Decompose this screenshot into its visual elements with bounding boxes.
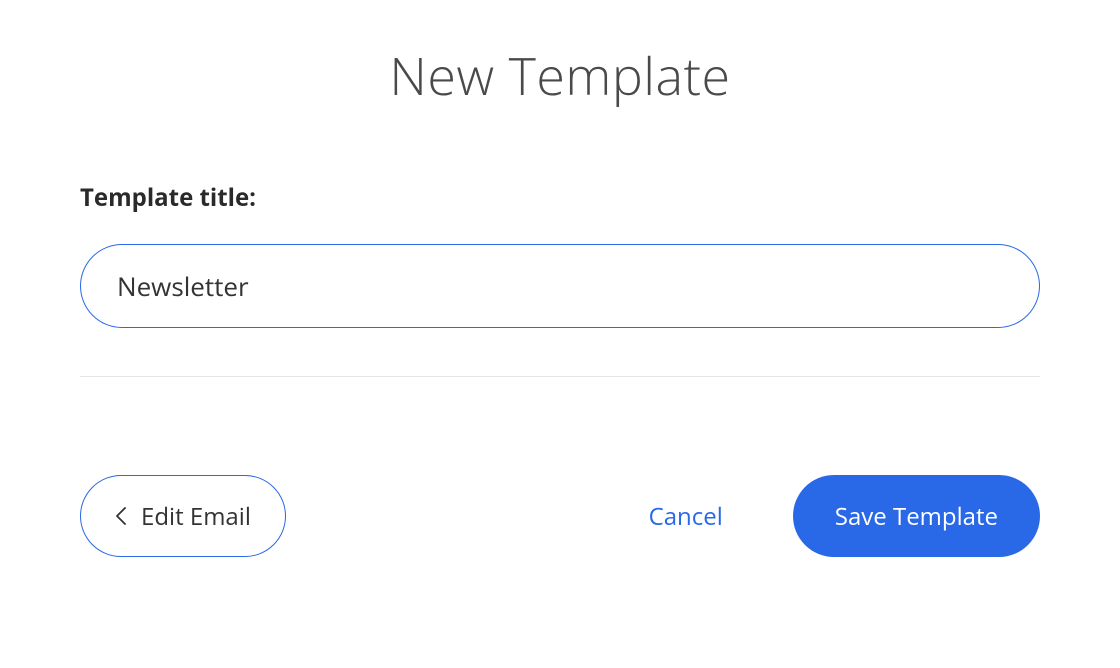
new-template-panel: New Template Template title: Edit Email … [0,0,1120,597]
action-row: Edit Email Cancel Save Template [80,475,1040,557]
right-action-group: Cancel Save Template [629,475,1040,557]
save-template-button[interactable]: Save Template [793,475,1040,557]
divider [80,376,1040,377]
template-title-label: Template title: [80,181,1040,214]
cancel-label: Cancel [649,500,723,533]
edit-email-label: Edit Email [141,500,251,533]
edit-email-button[interactable]: Edit Email [80,475,286,557]
save-template-label: Save Template [835,500,998,533]
cancel-button[interactable]: Cancel [629,475,743,557]
chevron-left-icon [115,506,127,526]
page-title: New Template [80,40,1040,111]
template-title-input[interactable] [80,244,1040,328]
